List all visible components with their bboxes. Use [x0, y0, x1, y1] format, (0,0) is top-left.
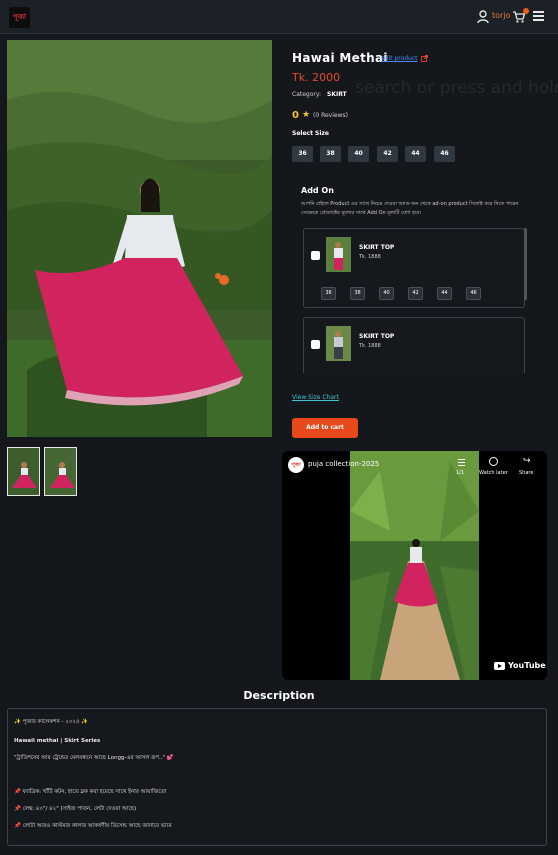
view-size-chart-link[interactable]: View Size Chart	[292, 394, 339, 401]
description-line: 📌 ফ্যাব্রিক: খাঁটি কটন, হাতে ব্লক করা হয…	[14, 789, 167, 795]
description-heading: Description	[243, 689, 315, 702]
addon-size-option[interactable]: 46	[466, 287, 481, 300]
addon-item[interactable]: SKIRT TOP Tk. 1888	[303, 317, 525, 373]
menu-icon[interactable]	[533, 11, 544, 21]
edit-product-link[interactable]: edit product	[381, 55, 418, 62]
rating-value: 0	[292, 110, 299, 121]
addon-list[interactable]: SKIRT TOP Tk. 1888 36 38 40 42 44 46 SKI…	[301, 226, 528, 373]
addon-size-option[interactable]: 44	[437, 287, 452, 300]
product-title: Hawai Methai	[292, 51, 388, 65]
addon-size-option[interactable]: 40	[379, 287, 394, 300]
clock-icon[interactable]	[489, 457, 498, 466]
youtube-video-player[interactable]: পূজা puja collection-2025 1/1 Watch late…	[282, 451, 547, 680]
channel-avatar[interactable]: পূজা	[288, 457, 304, 473]
top-navbar: পূজা torjo	[0, 0, 558, 34]
addon-checkbox[interactable]	[311, 340, 320, 349]
addon-product-name: SKIRT TOP	[359, 244, 395, 251]
addon-checkbox[interactable]	[311, 251, 320, 260]
product-category: Category: SKIRT	[292, 91, 347, 98]
search-watermark: search or press and hold	[355, 78, 558, 98]
site-logo[interactable]: পূজা	[9, 7, 30, 28]
user-name[interactable]: torjo	[492, 11, 510, 20]
youtube-play-icon[interactable]	[494, 662, 505, 670]
description-line: 📌 লোটা আরও কাস্টমার কালার আকর্ষণীয় ডিসে…	[14, 823, 172, 829]
addon-product-price: Tk. 1888	[359, 254, 381, 260]
size-option[interactable]: 38	[320, 146, 341, 162]
addon-scrollbar[interactable]	[524, 228, 527, 300]
product-price: Tk. 2000	[292, 71, 341, 84]
select-size-label: Select Size	[292, 130, 329, 137]
size-option[interactable]: 44	[405, 146, 426, 162]
size-option[interactable]: 36	[292, 146, 313, 162]
add-to-cart-button[interactable]: Add to cart	[292, 418, 358, 438]
external-link-icon[interactable]	[421, 55, 428, 62]
description-line: ✨ পূজার কালেকশন - ২০২৫ ✨	[14, 719, 89, 725]
size-option[interactable]: 42	[377, 146, 398, 162]
user-icon[interactable]	[477, 10, 489, 24]
addon-title: Add On	[301, 186, 334, 195]
size-option[interactable]: 46	[434, 146, 455, 162]
addon-product-image	[326, 326, 351, 361]
addon-size-option[interactable]: 38	[350, 287, 365, 300]
description-line: "ট্রাডিশনের আর ট্রেন্ডের মেলবন্ধনে আছে L…	[14, 755, 174, 761]
reviews-count[interactable]: (0 Reviews)	[313, 112, 348, 119]
addon-description: আপনি চাইলে Product এর সাথে নিচের দেওয়া …	[301, 201, 519, 216]
addon-product-price: Tk. 1888	[359, 343, 381, 349]
product-main-image[interactable]	[7, 40, 272, 437]
description-box: ✨ পূজার কালেকশন - ২০২৫ ✨ Hawaii methai |…	[7, 708, 547, 846]
share-icon[interactable]: ↪	[523, 456, 531, 466]
video-frame[interactable]	[350, 451, 479, 680]
cart-count-badge	[523, 8, 529, 14]
addon-product-image	[326, 237, 351, 272]
star-icon: ★	[302, 110, 311, 120]
description-line: 📌 লেন্থ: ৪০"/ ৪২" (সাইজ পাতন, লেটা দেওয়…	[14, 806, 137, 812]
playlist-icon[interactable]	[458, 459, 465, 466]
thumbnail-2[interactable]	[44, 447, 77, 496]
addon-product-name: SKIRT TOP	[359, 333, 395, 340]
playlist-count: 1/1	[456, 470, 465, 476]
size-option[interactable]: 40	[348, 146, 369, 162]
addon-size-option[interactable]: 42	[408, 287, 423, 300]
watch-later-label[interactable]: Watch later	[479, 470, 508, 476]
thumbnail-1[interactable]	[7, 447, 40, 496]
addon-item[interactable]: SKIRT TOP Tk. 1888 36 38 40 42 44 46	[303, 228, 525, 308]
share-label[interactable]: Share	[519, 470, 533, 476]
video-title[interactable]: puja collection-2025	[308, 460, 379, 468]
addon-size-option[interactable]: 36	[321, 287, 336, 300]
description-line: Hawaii methai | Skirt Series	[14, 738, 101, 744]
youtube-brand[interactable]: YouTube	[508, 661, 546, 670]
